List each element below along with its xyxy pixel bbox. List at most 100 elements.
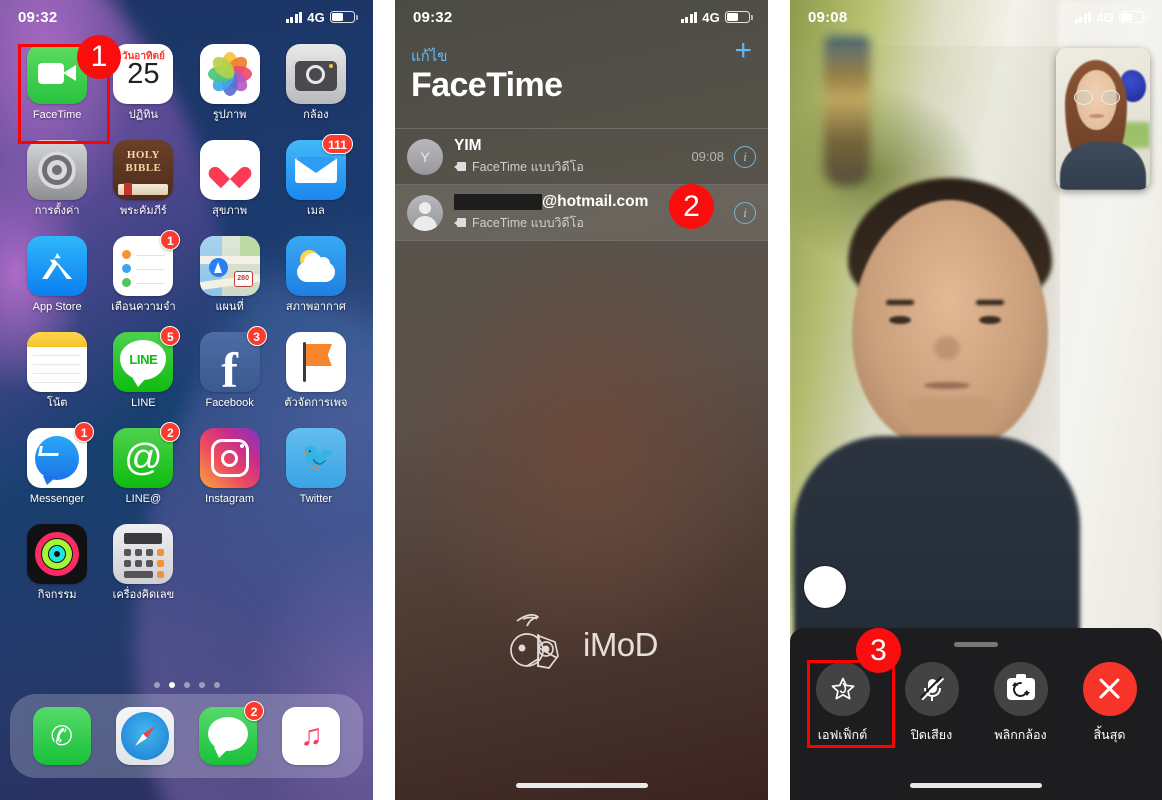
info-icon[interactable]: i xyxy=(734,145,756,168)
app-label: Facebook xyxy=(205,397,254,409)
app-reminders[interactable]: 1 เตือนความจำ xyxy=(100,230,186,314)
control-label: ปิดเสียง xyxy=(910,728,953,742)
app-bible[interactable]: HOLY BIBLE พระคัมภีร์ xyxy=(100,140,186,218)
app-label: โน้ต xyxy=(46,397,68,409)
line-at-icon[interactable]: @ 2 xyxy=(113,422,181,488)
drag-handle[interactable] xyxy=(954,642,998,647)
effects-button[interactable]: เอฟเฟ็กต์ xyxy=(805,662,881,745)
info-icon[interactable]: i xyxy=(734,201,756,224)
music-icon[interactable]: ♫ xyxy=(282,707,341,765)
home-indicator[interactable] xyxy=(910,783,1042,788)
status-time: 09:08 xyxy=(808,8,848,26)
app-health[interactable]: สุขภาพ xyxy=(187,140,273,218)
avatar: Y xyxy=(407,138,443,175)
dock: ✆ 2 ♫ xyxy=(10,694,363,778)
battery-icon xyxy=(725,11,753,23)
weather-icon[interactable] xyxy=(285,236,346,296)
facebook-icon[interactable]: f 3 xyxy=(199,326,267,392)
app-notes[interactable]: โน้ต xyxy=(14,332,100,410)
home-indicator[interactable] xyxy=(515,783,648,788)
self-view-pip[interactable] xyxy=(1056,48,1150,190)
bible-icon[interactable]: HOLY BIBLE xyxy=(113,140,174,200)
calculator-icon[interactable] xyxy=(113,524,174,584)
mute-button-circle[interactable] xyxy=(904,662,959,716)
app-pages-manager[interactable]: ตัวจัดการเพจ xyxy=(273,332,359,410)
app-label: Twitter xyxy=(299,493,333,505)
app-photos[interactable]: รูปภาพ xyxy=(187,44,273,122)
app-calculator[interactable]: เครื่องคิดเลข xyxy=(100,524,186,602)
facetime-contact-row-yim[interactable]: Y YIM FaceTime แบบวิดีโอ 09:08 i xyxy=(395,129,768,184)
app-weather[interactable]: สภาพอากาศ xyxy=(273,236,359,314)
instagram-icon[interactable] xyxy=(199,428,260,488)
messenger-icon[interactable]: 1 xyxy=(27,422,95,488)
app-label: LINE xyxy=(131,397,156,409)
phone-icon[interactable]: ✆ xyxy=(32,707,91,765)
messages-icon[interactable]: 2 xyxy=(199,701,265,765)
network-type-label: 4G xyxy=(702,9,720,25)
app-settings[interactable]: การตั้งค่า xyxy=(14,140,100,218)
app-line-at[interactable]: @ 2 LINE@ xyxy=(100,422,186,506)
glasses-icon xyxy=(1074,90,1120,105)
add-call-button[interactable]: + xyxy=(734,36,752,66)
app-facebook[interactable]: f 3 Facebook xyxy=(187,326,273,410)
twitter-bird-glyph: 🐦 xyxy=(300,441,336,472)
network-type-label: 4G xyxy=(307,9,325,25)
app-messenger[interactable]: 1 Messenger xyxy=(14,422,100,506)
end-call-button[interactable]: สิ้นสุด xyxy=(1072,662,1148,745)
app-mail[interactable]: 111 เมล xyxy=(273,134,359,218)
safari-icon[interactable] xyxy=(115,707,174,765)
badge-count: 1 xyxy=(160,230,181,250)
flip-camera-button[interactable]: พลิกกล้อง xyxy=(983,662,1059,745)
activity-icon[interactable] xyxy=(27,524,88,584)
app-label: กิจกรรม xyxy=(37,589,77,601)
settings-icon[interactable] xyxy=(27,140,88,200)
live-photo-shutter-button[interactable] xyxy=(804,566,846,608)
end-call-x-icon xyxy=(1097,676,1123,702)
end-call-button-circle[interactable] xyxy=(1082,662,1137,716)
app-grid: FaceTime วันอาทิตย์ 25 ปฏิทิน รูปภาพ กล้… xyxy=(0,44,373,602)
app-label: เตือนความจำ xyxy=(111,301,176,313)
status-time: 09:32 xyxy=(18,8,58,26)
app-activity[interactable]: กิจกรรม xyxy=(14,524,100,602)
pages-manager-icon[interactable] xyxy=(285,332,346,392)
music-note-glyph: ♫ xyxy=(300,719,323,752)
effects-star-icon xyxy=(831,677,854,700)
line-icon[interactable]: LINE 5 xyxy=(113,326,181,392)
app-maps[interactable]: 280 แผนที่ xyxy=(187,236,273,314)
flip-camera-button-circle[interactable] xyxy=(993,662,1048,716)
reminders-icon[interactable]: 1 xyxy=(113,230,181,296)
app-label: App Store xyxy=(32,301,82,313)
panel-home-screen: 09:32 4G FaceTime วันอาทิตย์ 25 ปฏิทิน ร… xyxy=(0,0,373,800)
appstore-icon[interactable] xyxy=(27,236,88,296)
app-twitter[interactable]: 🐦 Twitter xyxy=(273,428,359,506)
health-icon[interactable] xyxy=(199,140,260,200)
imod-wordmark: iMoD xyxy=(582,626,659,663)
app-label: ตัวจัดการเพจ xyxy=(284,397,348,409)
app-camera[interactable]: กล้อง xyxy=(273,44,359,122)
facebook-wordmark: f xyxy=(221,342,238,392)
edit-button[interactable]: แก้ไข xyxy=(411,44,448,68)
video-camera-icon xyxy=(454,162,467,171)
badge-count: 5 xyxy=(160,326,181,346)
effects-button-circle[interactable] xyxy=(815,662,870,716)
maps-icon[interactable]: 280 xyxy=(199,236,260,296)
app-appstore[interactable]: App Store xyxy=(14,236,100,314)
mute-button[interactable]: ปิดเสียง xyxy=(894,662,970,745)
app-label: รูปภาพ xyxy=(212,109,247,121)
call-controls: เอฟเฟ็กต์ ปิดเสียง พลิกกล้อง สิ้นสุด xyxy=(790,662,1162,745)
app-label: Instagram xyxy=(205,493,255,505)
photos-icon[interactable] xyxy=(199,44,260,104)
camera-icon[interactable] xyxy=(285,44,346,104)
calendar-icon[interactable]: วันอาทิตย์ 25 xyxy=(113,44,174,104)
imod-bird-logo-icon xyxy=(510,614,559,669)
mail-icon[interactable]: 111 xyxy=(285,134,353,200)
page-indicator-dots[interactable] xyxy=(0,682,373,688)
app-line[interactable]: LINE 5 LINE xyxy=(100,326,186,410)
notes-icon[interactable] xyxy=(27,332,88,392)
twitter-icon[interactable]: 🐦 xyxy=(285,428,346,488)
app-label: สภาพอากาศ xyxy=(285,301,346,313)
app-instagram[interactable]: Instagram xyxy=(187,428,273,506)
contact-name: YIM xyxy=(454,136,482,154)
app-label: ปฏิทิน xyxy=(128,109,158,121)
page-title: FaceTime xyxy=(411,66,563,104)
